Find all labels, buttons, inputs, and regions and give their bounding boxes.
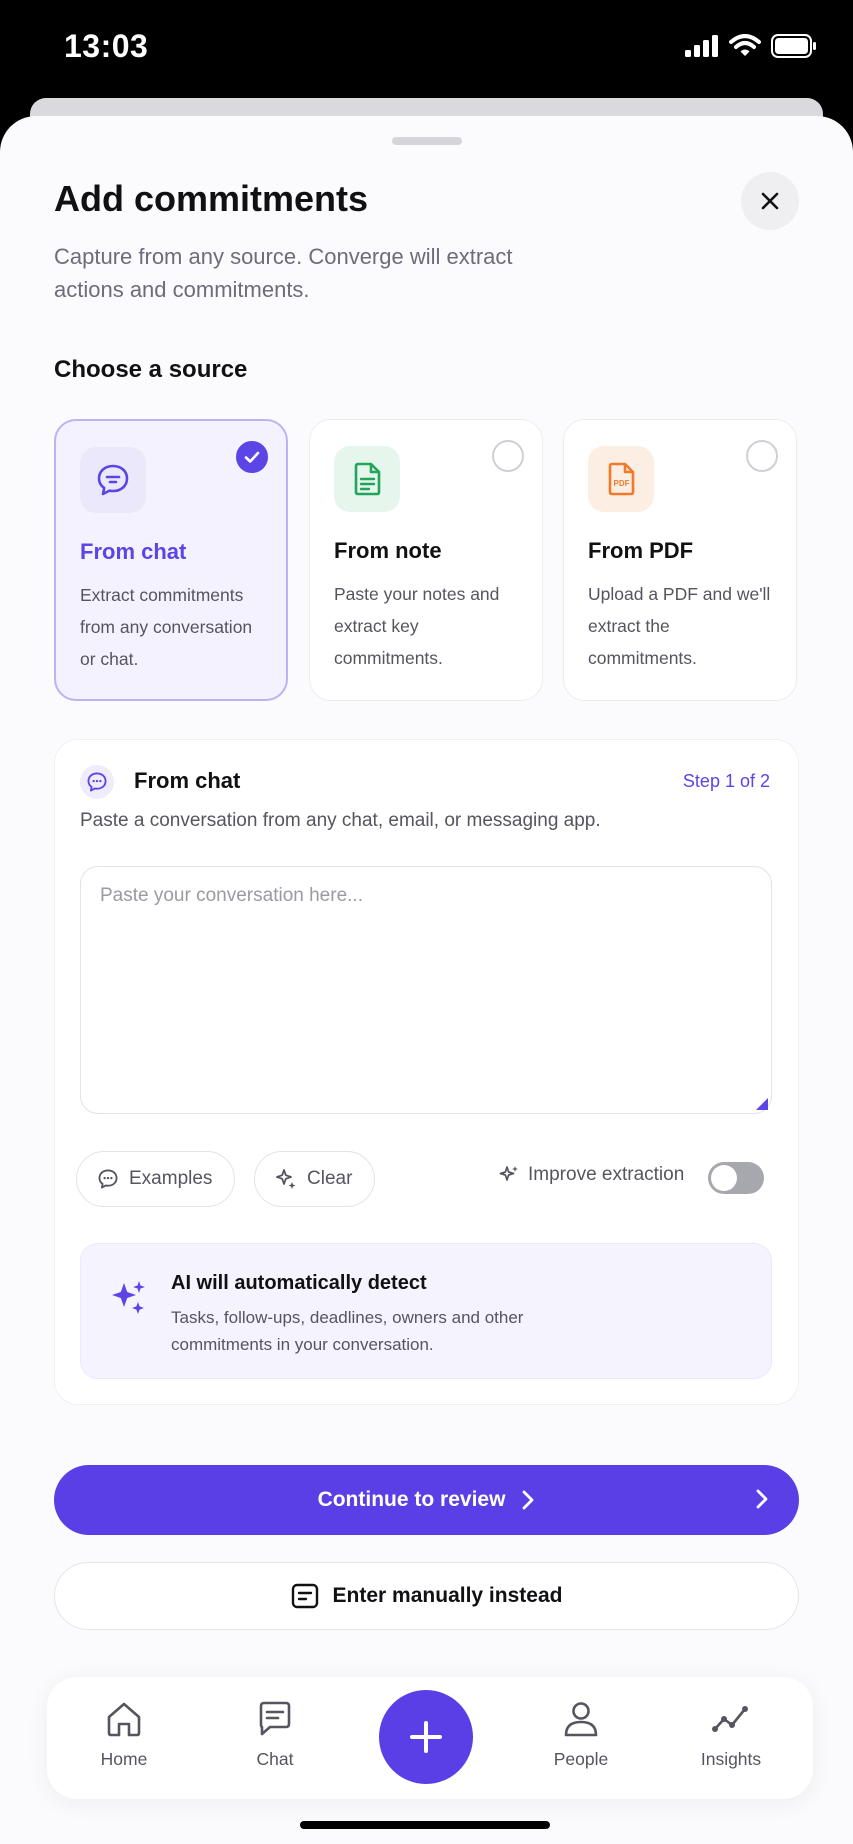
source-note-description: Paste your notes and extract key commitm…	[334, 584, 500, 668]
tab-insights-label: Insights	[700, 1749, 762, 1769]
source-card-note[interactable]: From note Paste your notes and extract k…	[309, 419, 543, 701]
chevron-right-icon	[756, 1489, 768, 1509]
note-document-icon	[334, 446, 400, 512]
form-list-icon	[291, 1583, 318, 1609]
ai-sparkles-icon	[112, 1281, 145, 1314]
tab-home-label: Home	[100, 1749, 148, 1769]
examples-label: Examples	[129, 1168, 213, 1189]
sparkle-wand-icon	[276, 1169, 296, 1189]
cellular-signal-icon	[685, 35, 718, 57]
source-chat-radio[interactable]	[236, 441, 268, 473]
pdf-file-icon: PDF	[588, 446, 654, 512]
continue-label: Continue to review	[317, 1488, 506, 1511]
status-icons	[685, 34, 817, 58]
enter-manually-button[interactable]: Enter manually instead	[54, 1562, 799, 1630]
source-note-radio[interactable]	[492, 440, 524, 472]
tab-people[interactable]: People	[521, 1699, 641, 1770]
step-indicator: Step 1 of 2	[682, 771, 770, 791]
source-chat-title: From chat	[80, 539, 187, 564]
source-note-title: From note	[334, 538, 442, 563]
improve-extraction-text: Improve extraction	[528, 1164, 685, 1185]
chat-bubble-icon	[80, 765, 114, 799]
panel-description: Paste a conversation from any chat, emai…	[80, 810, 601, 831]
source-pdf-radio[interactable]	[746, 440, 778, 472]
tab-insights[interactable]: Insights	[671, 1699, 791, 1770]
source-card-pdf[interactable]: PDF From PDF Upload a PDF and we'll extr…	[563, 419, 797, 701]
checkmark-icon	[244, 451, 260, 463]
sparkle-icon	[499, 1166, 518, 1181]
tab-home[interactable]: Home	[64, 1699, 184, 1770]
source-card-chat[interactable]: From chat Extract commitments from any c…	[54, 419, 288, 701]
svg-text:PDF: PDF	[614, 479, 630, 488]
bottom-tab-bar: Home Chat People Insights	[47, 1677, 813, 1799]
improve-extraction-label: Improve extraction	[498, 1164, 684, 1186]
tab-people-label: People	[553, 1749, 609, 1769]
textarea-resize-handle[interactable]	[756, 1098, 768, 1110]
chat-icon	[259, 1701, 291, 1736]
status-time: 13:03	[64, 28, 149, 64]
panel-title: From chat	[134, 768, 241, 793]
tab-chat[interactable]: Chat	[215, 1699, 335, 1770]
clear-label: Clear	[307, 1168, 353, 1189]
status-bar: 13:03	[0, 0, 853, 100]
person-icon	[564, 1702, 598, 1737]
source-pdf-title: From PDF	[588, 538, 694, 563]
continue-to-review-button[interactable]: Continue to review	[54, 1465, 799, 1535]
add-commitments-sheet: Add commitments Capture from any source.…	[0, 116, 853, 1844]
examples-button[interactable]: Examples	[76, 1151, 236, 1207]
clear-button[interactable]: Clear	[254, 1151, 376, 1207]
improve-extraction-toggle[interactable]	[708, 1162, 764, 1194]
tab-chat-label: Chat	[256, 1749, 294, 1769]
trend-line-icon	[712, 1706, 748, 1732]
ai-detect-info: AI will automatically detect Tasks, foll…	[80, 1243, 772, 1379]
home-indicator[interactable]	[300, 1821, 550, 1829]
chat-bubble-icon	[80, 447, 146, 513]
enter-manually-label: Enter manually instead	[332, 1584, 563, 1607]
conversation-input[interactable]	[80, 866, 772, 1114]
plus-icon	[410, 1721, 442, 1753]
close-button[interactable]	[741, 172, 799, 230]
source-section-heading: Choose a source	[54, 356, 248, 383]
wifi-icon	[729, 34, 761, 56]
chat-input-panel: From chat Step 1 of 2 Paste a conversati…	[54, 739, 799, 1405]
page-subtitle: Capture from any source. Converge will e…	[54, 244, 513, 302]
source-chat-description: Extract commitments from any conversatio…	[80, 585, 253, 669]
sheet-grabber[interactable]	[392, 137, 462, 145]
close-icon	[761, 192, 779, 210]
ai-detect-description: Tasks, follow-ups, deadlines, owners and…	[171, 1308, 524, 1354]
battery-icon	[771, 34, 816, 58]
chevron-right-icon	[523, 1490, 534, 1510]
source-pdf-description: Upload a PDF and we'll extract the commi…	[588, 584, 771, 668]
toggle-knob	[711, 1165, 737, 1191]
page-title: Add commitments	[54, 178, 369, 219]
add-button[interactable]	[379, 1690, 473, 1784]
home-icon	[107, 1702, 141, 1737]
chat-bubble-icon	[98, 1169, 118, 1189]
ai-detect-title: AI will automatically detect	[171, 1272, 427, 1294]
